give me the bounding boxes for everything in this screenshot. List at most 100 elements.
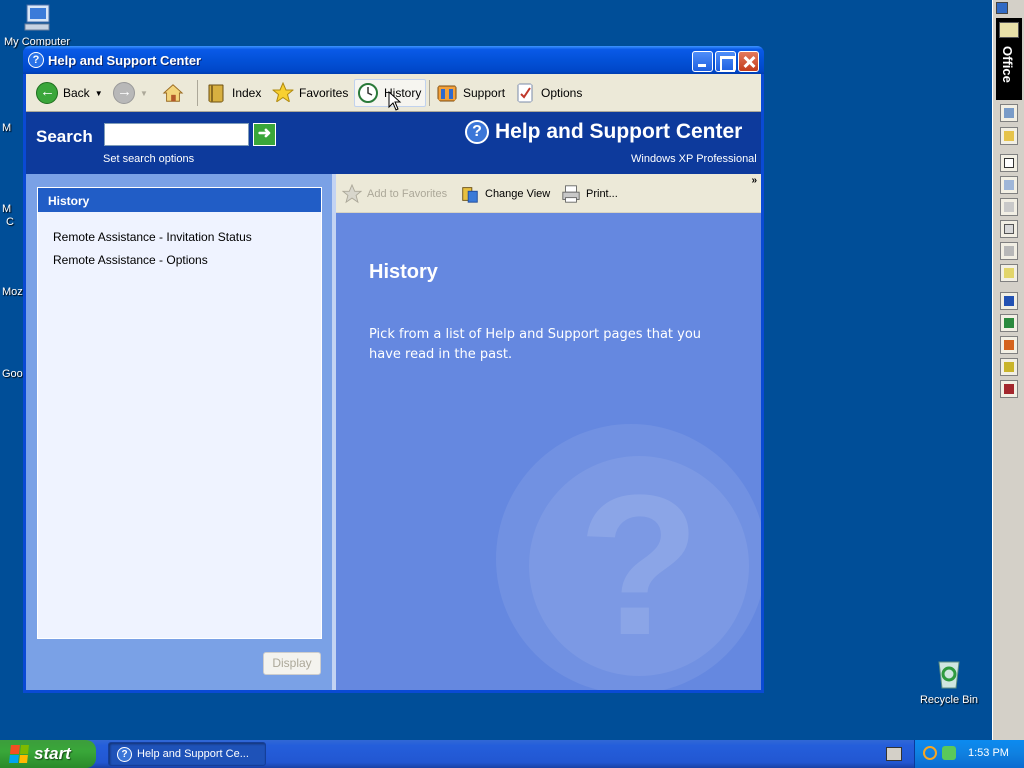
computer-icon: [24, 4, 50, 31]
minimize-button[interactable]: [692, 51, 713, 72]
title-bar[interactable]: ? Help and Support Center: [23, 46, 764, 74]
office-open-document-button[interactable]: [1000, 127, 1018, 145]
toolbar-overflow-chevron-icon[interactable]: »: [751, 175, 757, 186]
office-shortcut-bar: Office: [992, 0, 1024, 740]
recycle-bin-glyph-icon: [938, 661, 960, 689]
recycle-bin-icon[interactable]: Recycle Bin: [914, 656, 984, 706]
network-tray-icon[interactable]: [942, 746, 956, 760]
add-to-favorites-button[interactable]: Add to Favorites: [342, 184, 447, 204]
office-bar-header[interactable]: Office: [996, 18, 1022, 100]
help-icon: ?: [117, 746, 132, 762]
print-label: Print...: [586, 188, 618, 200]
window-title: Help and Support Center: [48, 53, 202, 68]
question-mark-watermark-icon: ?: [496, 424, 761, 690]
office-word-button[interactable]: [1000, 292, 1018, 310]
search-tray-icon[interactable]: [923, 746, 937, 760]
content-toolbar: Add to Favorites Change View Print... »: [336, 174, 761, 213]
list-item[interactable]: Remote Assistance - Invitation Status: [53, 230, 252, 244]
help-support-window: ? Help and Support Center Back ▼ ▼ Index: [23, 46, 764, 693]
forward-arrow-icon: [113, 82, 135, 104]
dropdown-arrow-icon[interactable]: ▼: [140, 89, 148, 98]
mouse-cursor-icon: [388, 91, 402, 111]
index-button[interactable]: Index: [205, 79, 261, 107]
history-panel: History Remote Assistance - Invitation S…: [37, 187, 322, 639]
print-button[interactable]: Print...: [561, 184, 618, 204]
desktop-label-partial[interactable]: M: [2, 122, 11, 134]
office-outlook-button[interactable]: [1000, 358, 1018, 376]
list-item[interactable]: Remote Assistance - Options: [53, 253, 208, 267]
folder-icon: [999, 22, 1019, 38]
options-button[interactable]: Options: [514, 79, 582, 107]
help-icon: ?: [465, 120, 489, 144]
toolbar-separator: [197, 80, 198, 106]
add-to-favorites-label: Add to Favorites: [367, 188, 448, 200]
office-new-document-button[interactable]: [1000, 104, 1018, 122]
change-view-label: Change View: [485, 188, 551, 200]
maximize-button[interactable]: [715, 51, 736, 72]
office-access-button[interactable]: [1000, 380, 1018, 398]
back-label: Back: [63, 86, 90, 100]
options-label: Options: [541, 86, 583, 100]
content-title: History: [369, 261, 438, 283]
change-view-button[interactable]: Change View: [460, 184, 550, 204]
back-arrow-icon: [36, 82, 58, 104]
taskbar-item-label: Help and Support Ce...: [137, 748, 249, 760]
keyboard-icon[interactable]: [886, 747, 902, 761]
my-computer-icon[interactable]: My Computer: [2, 2, 72, 48]
close-button[interactable]: [738, 51, 759, 72]
printer-icon: [562, 185, 580, 203]
forward-button[interactable]: ▼: [113, 79, 148, 107]
back-button[interactable]: Back ▼: [36, 79, 103, 107]
brand-title: Help and Support Center: [495, 120, 743, 143]
office-excel-button[interactable]: [1000, 314, 1018, 332]
support-label: Support: [463, 86, 506, 100]
start-label: start: [34, 744, 71, 763]
windows-logo-icon: [9, 745, 29, 763]
office-mail-button[interactable]: [1000, 154, 1018, 172]
support-icon: [437, 85, 457, 102]
history-navigation-pane: History Remote Assistance - Invitation S…: [26, 174, 332, 690]
support-button[interactable]: Support: [436, 79, 505, 107]
search-input[interactable]: [104, 123, 249, 146]
office-journal-button[interactable]: [1000, 242, 1018, 260]
index-label: Index: [232, 86, 262, 100]
office-note-button[interactable]: [1000, 264, 1018, 282]
search-go-button[interactable]: ➜: [253, 123, 276, 146]
change-view-icon: [462, 187, 478, 203]
help-icon: ?: [28, 52, 44, 68]
set-search-options-link[interactable]: Set search options: [103, 153, 194, 165]
index-book-icon: [208, 84, 224, 103]
clock[interactable]: 1:53 PM: [968, 747, 1009, 759]
desktop-label-partial[interactable]: C: [6, 216, 14, 228]
desktop-label-partial[interactable]: Moz: [2, 286, 23, 298]
office-powerpoint-button[interactable]: [1000, 336, 1018, 354]
office-contact-button[interactable]: [1000, 220, 1018, 238]
options-checklist-icon: [517, 83, 533, 103]
history-panel-header: History: [38, 188, 321, 212]
desktop-label-partial[interactable]: M: [2, 203, 11, 215]
home-icon: [162, 84, 184, 102]
system-tray: 1:53 PM: [914, 740, 1024, 768]
office-bar-label: Office: [1000, 46, 1015, 83]
dropdown-arrow-icon[interactable]: ▼: [95, 89, 103, 98]
star-icon: [272, 82, 294, 104]
taskbar-item-help-support[interactable]: ? Help and Support Ce...: [108, 742, 266, 766]
search-label: Search: [36, 127, 93, 146]
start-button[interactable]: start: [0, 740, 96, 768]
office-task-button[interactable]: [1000, 198, 1018, 216]
recycle-bin-label: Recycle Bin: [919, 694, 979, 706]
history-clock-icon: [358, 83, 378, 103]
search-band: Search ➜ Set search options ? Help and S…: [26, 112, 761, 174]
office-calendar-button[interactable]: [1000, 176, 1018, 194]
window-body: History Remote Assistance - Invitation S…: [26, 174, 761, 690]
toolbar-separator: [429, 80, 430, 106]
favorites-label: Favorites: [299, 86, 349, 100]
add-favorite-star-icon: [342, 184, 362, 204]
home-button[interactable]: [162, 79, 184, 107]
content-description: Pick from a list of Help and Support pag…: [369, 327, 702, 362]
edition-label: Windows XP Professional: [631, 153, 757, 165]
favorites-button[interactable]: Favorites: [272, 79, 348, 107]
office-bar-control-icon[interactable]: [996, 2, 1008, 14]
desktop-label-partial[interactable]: Goo: [2, 368, 23, 380]
display-button[interactable]: Display: [263, 652, 321, 675]
